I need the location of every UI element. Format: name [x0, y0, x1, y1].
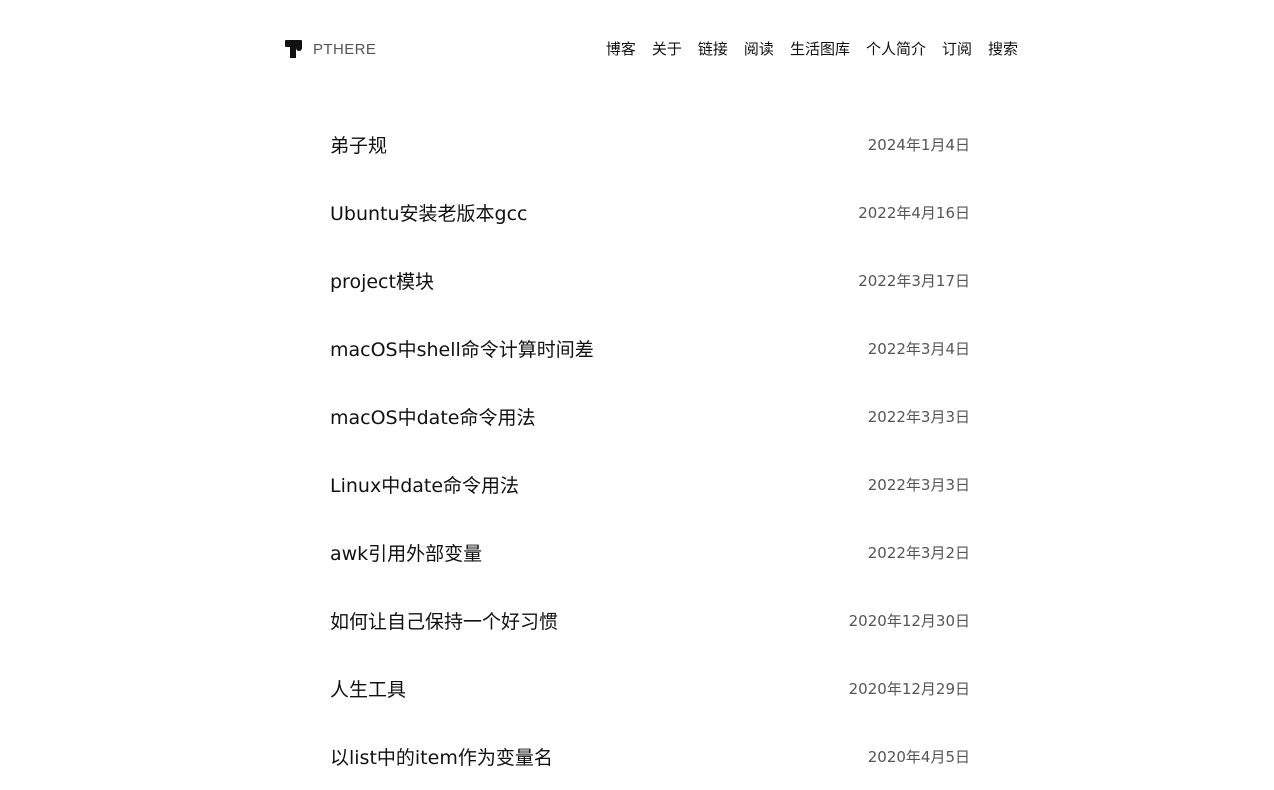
post-list: 弟子规 2024年1月4日 Ubuntu安装老版本gcc 2022年4月16日 …	[330, 110, 970, 790]
post-row: Linux中date命令用法 2022年3月3日	[330, 450, 970, 518]
nav-link-subscribe[interactable]: 订阅	[942, 41, 972, 57]
brand-link[interactable]: PTHERE	[285, 39, 376, 59]
post-title-link[interactable]: Ubuntu安装老版本gcc	[330, 199, 528, 226]
post-date: 2022年3月4日	[867, 339, 970, 358]
post-row: 人生工具 2020年12月29日	[330, 654, 970, 722]
post-title-link[interactable]: awk引用外部变量	[330, 539, 482, 566]
post-row: Ubuntu安装老版本gcc 2022年4月16日	[330, 178, 970, 246]
post-date: 2022年3月17日	[858, 271, 970, 290]
post-title-link[interactable]: Linux中date命令用法	[330, 471, 519, 498]
nav-link-blog[interactable]: 博客	[606, 41, 636, 57]
post-date: 2024年1月4日	[867, 135, 970, 154]
post-row: project模块 2022年3月17日	[330, 246, 970, 314]
post-row: macOS中shell命令计算时间差 2022年3月4日	[330, 314, 970, 382]
nav-link-about[interactable]: 关于	[652, 41, 682, 57]
nav-link-links[interactable]: 链接	[698, 41, 728, 57]
nav-link-gallery[interactable]: 生活图库	[790, 41, 850, 57]
post-row: 弟子规 2024年1月4日	[330, 110, 970, 178]
main-nav: 博客 关于 链接 阅读 生活图库 个人简介 订阅 搜索	[606, 41, 1018, 57]
site-header: PTHERE 博客 关于 链接 阅读 生活图库 个人简介 订阅 搜索	[285, 35, 1018, 63]
post-title-link[interactable]: project模块	[330, 267, 434, 294]
post-date: 2020年4月5日	[867, 747, 970, 766]
logo-p-icon	[285, 40, 302, 58]
post-title-link[interactable]: 如何让自己保持一个好习惯	[330, 607, 558, 634]
post-date: 2022年4月16日	[858, 203, 970, 222]
post-title-link[interactable]: macOS中date命令用法	[330, 403, 535, 430]
nav-link-profile[interactable]: 个人简介	[866, 41, 926, 57]
post-title-link[interactable]: macOS中shell命令计算时间差	[330, 335, 594, 362]
post-title-link[interactable]: 弟子规	[330, 131, 387, 158]
post-title-link[interactable]: 人生工具	[330, 675, 406, 702]
post-row: macOS中date命令用法 2022年3月3日	[330, 382, 970, 450]
nav-link-reading[interactable]: 阅读	[744, 41, 774, 57]
post-date: 2020年12月30日	[848, 611, 970, 630]
post-row: 如何让自己保持一个好习惯 2020年12月30日	[330, 586, 970, 654]
post-date: 2020年12月29日	[848, 679, 970, 698]
brand-name: PTHERE	[313, 40, 377, 58]
post-date: 2022年3月3日	[867, 475, 970, 494]
post-date: 2022年3月3日	[867, 407, 970, 426]
nav-link-search[interactable]: 搜索	[988, 41, 1018, 57]
post-row: awk引用外部变量 2022年3月2日	[330, 518, 970, 586]
post-title-link[interactable]: 以list中的item作为变量名	[330, 743, 553, 770]
post-date: 2022年3月2日	[867, 543, 970, 562]
